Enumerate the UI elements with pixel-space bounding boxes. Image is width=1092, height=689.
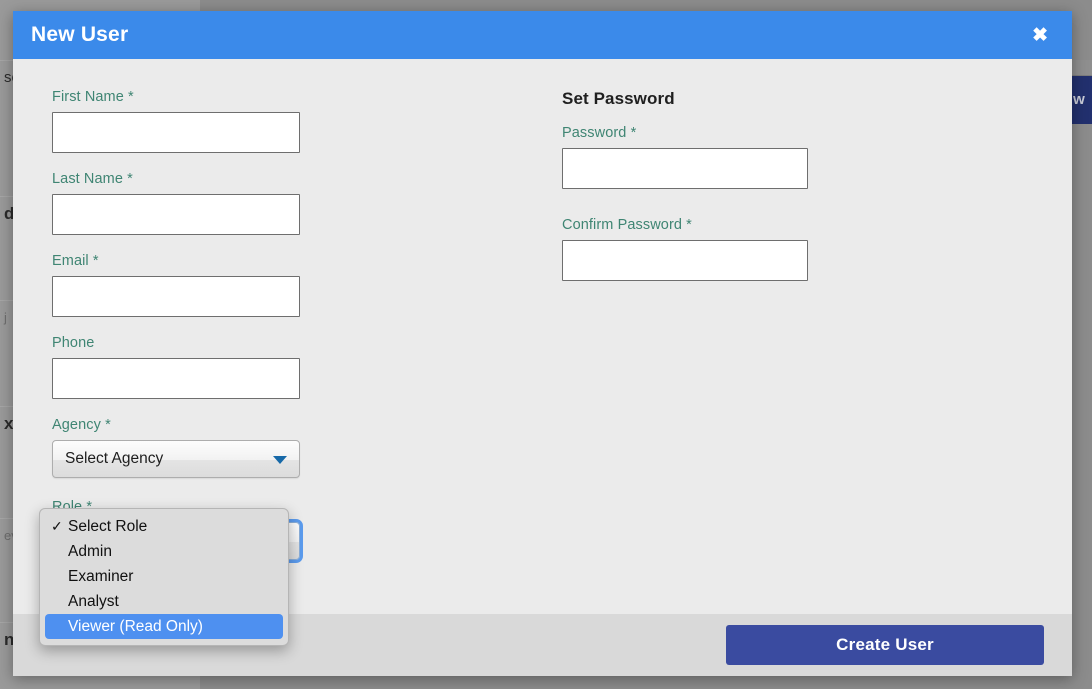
modal-body: First Name * Last Name * Email * Phone A… [13, 59, 1072, 646]
role-option-examiner[interactable]: Examiner [40, 564, 288, 589]
role-option-label: Viewer (Read Only) [68, 618, 203, 635]
role-dropdown-menu[interactable]: ✓ Select Role Admin Examiner Analyst Vie… [39, 508, 289, 646]
field-phone: Phone [52, 335, 562, 399]
field-password: Password * [562, 125, 1032, 189]
close-icon[interactable]: ✖ [1026, 22, 1054, 49]
role-option-label: Admin [68, 543, 112, 560]
password-label: Password * [562, 125, 637, 141]
last-name-label: Last Name * [52, 171, 133, 187]
role-option-label: Analyst [68, 593, 119, 610]
role-option-viewer-read-only[interactable]: Viewer (Read Only) [45, 614, 283, 639]
email-input[interactable] [52, 276, 300, 317]
field-first-name: First Name * [52, 89, 562, 153]
set-password-heading: Set Password [562, 89, 675, 108]
agency-selected-value: Select Agency [65, 450, 164, 467]
field-last-name: Last Name * [52, 171, 562, 235]
check-icon: ✓ [51, 518, 63, 534]
confirm-password-label: Confirm Password * [562, 217, 692, 233]
role-option-label: Examiner [68, 568, 134, 585]
phone-label: Phone [52, 335, 95, 351]
modal-title: New User [31, 23, 129, 46]
new-user-modal: New User ✖ First Name * Last Name * Emai… [13, 11, 1072, 676]
create-user-button[interactable]: Create User [726, 625, 1044, 665]
first-name-label: First Name * [52, 89, 134, 105]
agency-select[interactable]: Select Agency [52, 440, 300, 478]
chevron-down-icon [273, 456, 287, 464]
agency-label: Agency * [52, 417, 111, 433]
email-label: Email * [52, 253, 99, 269]
phone-input[interactable] [52, 358, 300, 399]
field-agency: Agency * Select Agency [52, 417, 562, 478]
right-form-column: Set Password Password * Confirm Password… [562, 89, 1032, 614]
field-role: Role * ✓ Select Role Admin Examiner Anal… [39, 499, 562, 646]
modal-header: New User ✖ [13, 11, 1072, 59]
role-option-admin[interactable]: Admin [40, 539, 288, 564]
last-name-input[interactable] [52, 194, 300, 235]
confirm-password-input[interactable] [562, 240, 808, 281]
left-form-column: First Name * Last Name * Email * Phone A… [39, 89, 562, 646]
role-option-analyst[interactable]: Analyst [40, 589, 288, 614]
role-option-label: Select Role [68, 518, 148, 535]
password-input[interactable] [562, 148, 808, 189]
field-confirm-password: Confirm Password * [562, 217, 1032, 281]
field-email: Email * [52, 253, 562, 317]
first-name-input[interactable] [52, 112, 300, 153]
role-option-select-role[interactable]: ✓ Select Role [40, 514, 288, 539]
